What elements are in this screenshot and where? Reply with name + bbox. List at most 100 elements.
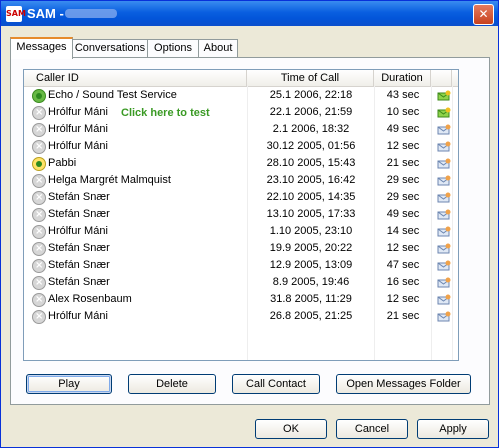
column-caller-id[interactable]: Caller ID	[24, 70, 247, 86]
time-of-call-cell: 23.10 2005, 16:42	[266, 174, 356, 186]
offline-x-icon: ×	[32, 293, 46, 307]
offline-x-icon: ×	[32, 106, 46, 120]
delete-button[interactable]: Delete	[128, 374, 216, 394]
table-row[interactable]: × Hrólfur Máni 22.1 2006, 21:59 10 sec	[24, 104, 458, 121]
message-read-icon	[437, 226, 451, 237]
duration-cell: 12 sec	[386, 293, 420, 305]
duration-cell: 29 sec	[386, 191, 420, 203]
message-read-icon	[437, 141, 451, 152]
caller-id-cell: Stefán Snær	[48, 191, 110, 203]
offline-x-icon: ×	[32, 225, 46, 239]
message-read-icon	[437, 192, 451, 203]
message-read-icon	[437, 260, 451, 271]
sam-window: SAM SAM - ✕ Messages Conversations Optio…	[0, 0, 499, 448]
close-button[interactable]: ✕	[473, 4, 494, 25]
duration-cell: 49 sec	[386, 123, 420, 135]
offline-x-icon: ×	[32, 123, 46, 137]
online-green-icon	[32, 89, 46, 103]
redacted-username	[65, 9, 117, 18]
table-row[interactable]: Echo / Sound Test Service 25.1 2006, 22:1…	[24, 87, 458, 104]
duration-cell: 14 sec	[386, 225, 420, 237]
sam-app-icon: SAM	[6, 6, 26, 22]
table-row[interactable]: × Stefán Snær 8.9 2005, 19:46 16 sec	[24, 274, 458, 291]
caller-id-cell: Hrólfur Máni	[48, 310, 108, 322]
duration-cell: 10 sec	[386, 106, 420, 118]
tab-about[interactable]: About	[198, 39, 238, 57]
window-title: SAM -	[27, 6, 64, 21]
offline-x-icon: ×	[32, 191, 46, 205]
click-here-to-test-hint[interactable]: Click here to test	[121, 105, 210, 122]
call-contact-button[interactable]: Call Contact	[232, 374, 320, 394]
offline-x-icon: ×	[32, 310, 46, 324]
offline-x-icon: ×	[32, 259, 46, 273]
table-row[interactable]: × Stefán Snær 19.9 2005, 20:22 12 sec	[24, 240, 458, 257]
offline-x-icon: ×	[32, 140, 46, 154]
message-read-icon	[437, 277, 451, 288]
time-of-call-cell: 25.1 2006, 22:18	[269, 89, 353, 101]
tab-conversations[interactable]: Conversations	[72, 39, 148, 57]
caller-id-cell: Alex Rosenbaum	[48, 293, 132, 305]
message-read-icon	[437, 175, 451, 186]
column-message-status[interactable]	[431, 70, 452, 86]
caller-id-cell: Stefán Snær	[48, 242, 110, 254]
time-of-call-cell: 28.10 2005, 15:43	[266, 157, 356, 169]
caller-id-cell: Echo / Sound Test Service	[48, 89, 177, 101]
table-row[interactable]: × Hrólfur Máni 26.8 2005, 21:25 21 sec	[24, 308, 458, 325]
column-time-of-call[interactable]: Time of Call	[247, 70, 374, 86]
caller-id-cell: Stefán Snær	[48, 276, 110, 288]
message-read-icon	[437, 209, 451, 220]
message-read-icon	[437, 124, 451, 135]
duration-cell: 47 sec	[386, 259, 420, 271]
table-row[interactable]: × Helga Margrét Malmquist 23.10 2005, 16:4…	[24, 172, 458, 189]
ok-button[interactable]: OK	[255, 419, 327, 439]
apply-button[interactable]: Apply	[417, 419, 489, 439]
caller-id-cell: Pabbi	[48, 157, 77, 169]
column-duration[interactable]: Duration	[374, 70, 431, 86]
time-of-call-cell: 12.9 2005, 13:09	[269, 259, 353, 271]
time-of-call-cell: 22.10 2005, 14:35	[266, 191, 356, 203]
open-messages-folder-button[interactable]: Open Messages Folder	[336, 374, 471, 394]
table-row[interactable]: × Stefán Snær 22.10 2005, 14:35 29 sec	[24, 189, 458, 206]
caller-id-cell: Stefán Snær	[48, 208, 110, 220]
messages-list[interactable]: Caller ID Time of Call Duration Echo / S…	[23, 69, 459, 361]
list-header: Caller ID Time of Call Duration	[24, 70, 458, 87]
duration-cell: 16 sec	[386, 276, 420, 288]
title-bar[interactable]: SAM SAM - ✕	[1, 1, 498, 26]
duration-cell: 21 sec	[386, 310, 420, 322]
caller-id-cell: Hrólfur Máni	[48, 140, 108, 152]
offline-x-icon: ×	[32, 242, 46, 256]
duration-cell: 12 sec	[386, 140, 420, 152]
time-of-call-cell: 8.9 2005, 19:46	[272, 276, 350, 288]
cancel-button[interactable]: Cancel	[336, 419, 408, 439]
message-read-icon	[437, 311, 451, 322]
time-of-call-cell: 31.8 2005, 11:29	[270, 293, 352, 305]
duration-cell: 21 sec	[386, 157, 420, 169]
time-of-call-cell: 22.1 2006, 21:59	[269, 106, 353, 118]
message-new-icon	[437, 90, 451, 101]
caller-id-cell: Hrólfur Máni	[48, 106, 108, 118]
offline-x-icon: ×	[32, 276, 46, 290]
table-row[interactable]: × Hrólfur Máni 2.1 2006, 18:32 49 sec	[24, 121, 458, 138]
duration-cell: 12 sec	[386, 242, 420, 254]
tab-messages[interactable]: Messages	[10, 37, 73, 59]
table-row[interactable]: × Alex Rosenbaum 31.8 2005, 11:29 12 sec	[24, 291, 458, 308]
caller-id-cell: Hrólfur Máni	[48, 225, 108, 237]
table-row[interactable]: Pabbi 28.10 2005, 15:43 21 sec	[24, 155, 458, 172]
duration-cell: 29 sec	[386, 174, 420, 186]
time-of-call-cell: 2.1 2006, 18:32	[272, 123, 350, 135]
caller-id-cell: Stefán Snær	[48, 259, 110, 271]
time-of-call-cell: 26.8 2005, 21:25	[269, 310, 353, 322]
play-button[interactable]: Play	[26, 374, 112, 394]
message-read-icon	[437, 158, 451, 169]
message-new-icon	[437, 107, 451, 118]
time-of-call-cell: 19.9 2005, 20:22	[269, 242, 353, 254]
tab-options[interactable]: Options	[147, 39, 199, 57]
time-of-call-cell: 1.10 2005, 23:10	[269, 225, 353, 237]
table-row[interactable]: × Hrólfur Máni 1.10 2005, 23:10 14 sec	[24, 223, 458, 240]
table-row[interactable]: × Stefán Snær 13.10 2005, 17:33 49 sec	[24, 206, 458, 223]
time-of-call-cell: 30.12 2005, 01:56	[266, 140, 356, 152]
table-row[interactable]: × Hrólfur Máni 30.12 2005, 01:56 12 sec	[24, 138, 458, 155]
caller-id-cell: Helga Margrét Malmquist	[48, 174, 171, 186]
message-read-icon	[437, 294, 451, 305]
table-row[interactable]: × Stefán Snær 12.9 2005, 13:09 47 sec	[24, 257, 458, 274]
